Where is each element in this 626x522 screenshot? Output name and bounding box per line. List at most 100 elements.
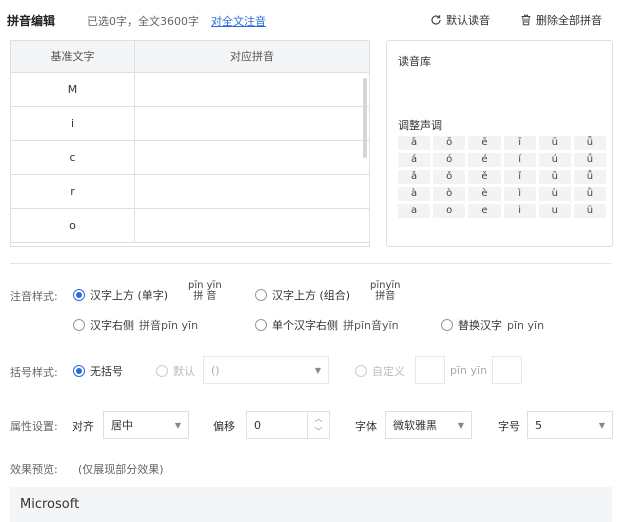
radio-selected[interactable] xyxy=(73,289,85,301)
select-value: () xyxy=(211,363,220,377)
pinyin-cell[interactable] xyxy=(135,175,369,208)
option-sample: 拼pīn音yīn xyxy=(343,319,399,332)
column-header-base-text: 基准文字 xyxy=(11,41,135,73)
pinyin-cell[interactable] xyxy=(135,141,369,174)
tone-key[interactable]: è xyxy=(468,187,501,201)
chevron-down-icon: ▼ xyxy=(314,365,321,375)
chevron-down-icon: ▼ xyxy=(457,420,464,430)
tone-key[interactable]: i xyxy=(503,204,536,218)
default-bracket-select[interactable]: () ▼ xyxy=(203,356,329,384)
table-row[interactable]: M xyxy=(11,73,369,107)
tone-key[interactable]: ò xyxy=(433,187,466,201)
align-select[interactable]: 居中 ▼ xyxy=(103,411,189,439)
panel-title: 拼音编辑 xyxy=(7,14,56,28)
library-title: 读音库 xyxy=(398,55,431,68)
style-option-above-single[interactable]: 汉字上方 (单字) xyxy=(73,287,168,303)
base-char-cell: r xyxy=(11,175,135,208)
tone-key[interactable]: á xyxy=(398,153,431,167)
tone-key[interactable]: ē xyxy=(468,136,501,150)
table-row[interactable]: i xyxy=(11,107,369,141)
tone-key[interactable]: ǒ xyxy=(433,170,466,184)
sample-hanzi: 拼 音 xyxy=(193,291,217,302)
pinyin-cell[interactable] xyxy=(135,209,369,242)
tone-key[interactable]: é xyxy=(468,153,501,167)
option-label: 自定义 xyxy=(372,365,405,378)
option-sample: pīn yīn xyxy=(507,318,545,332)
font-label: 字体 xyxy=(355,420,377,433)
tone-key[interactable]: e xyxy=(468,204,501,218)
tone-key[interactable]: ǜ xyxy=(573,187,606,201)
style-option-right-single[interactable]: 单个汉字右侧 拼pīn音yīn xyxy=(255,317,399,333)
tone-key[interactable]: í xyxy=(503,153,536,167)
sample-pinyin: pīnyīn xyxy=(370,280,401,291)
offset-value: 0 xyxy=(254,418,261,432)
select-value: 微软雅黑 xyxy=(393,419,437,432)
column-header-pinyin: 对应拼音 xyxy=(230,50,274,63)
base-char-cell: M xyxy=(11,73,135,106)
tone-key[interactable]: ǚ xyxy=(573,170,606,184)
radio-selected[interactable] xyxy=(73,365,85,377)
tone-key[interactable]: o xyxy=(433,204,466,218)
select-value: 居中 xyxy=(111,419,133,432)
bracket-option-none[interactable]: 无括号 xyxy=(73,363,123,379)
tone-key[interactable]: ě xyxy=(468,170,501,184)
annotate-all-link[interactable]: 对全文注音 xyxy=(211,13,266,29)
custom-right-bracket-input[interactable] xyxy=(492,356,522,384)
tone-key[interactable]: ō xyxy=(433,136,466,150)
radio[interactable] xyxy=(255,319,267,331)
base-char-cell: i xyxy=(11,107,135,140)
bracket-style-label: 括号样式: xyxy=(10,366,58,379)
radio[interactable] xyxy=(156,365,168,377)
tone-key[interactable]: a xyxy=(398,204,431,218)
table-row[interactable]: o xyxy=(11,209,369,243)
offset-stepper[interactable]: 0 ︿ ﹀ xyxy=(246,411,330,439)
custom-left-bracket-input[interactable] xyxy=(415,356,445,384)
custom-bracket-sample: pīn yīn xyxy=(450,364,488,377)
chevron-down-icon: ▼ xyxy=(174,420,181,430)
size-label: 字号 xyxy=(498,420,520,433)
pinyin-cell[interactable] xyxy=(135,73,369,106)
font-select[interactable]: 微软雅黑 ▼ xyxy=(385,411,472,439)
tone-key[interactable]: ǘ xyxy=(573,153,606,167)
offset-label: 偏移 xyxy=(213,420,235,433)
tone-key[interactable]: ā xyxy=(398,136,431,150)
bracket-option-default[interactable]: 默认 xyxy=(156,363,195,379)
option-label: 汉字上方 (组合) xyxy=(272,289,351,302)
tone-key[interactable]: ū xyxy=(538,136,571,150)
tone-key[interactable]: ǐ xyxy=(503,170,536,184)
style-sample-above-single: pīn yīn 拼 音 xyxy=(188,280,222,302)
chevron-up-icon[interactable]: ︿ xyxy=(315,413,323,424)
table-scrollbar[interactable] xyxy=(363,78,367,158)
refresh-icon xyxy=(430,14,442,26)
table-row[interactable]: r xyxy=(11,175,369,209)
style-option-above-combined[interactable]: 汉字上方 (组合) xyxy=(255,287,350,303)
table-row[interactable]: c xyxy=(11,141,369,175)
tone-key[interactable]: ì xyxy=(503,187,536,201)
tone-key[interactable]: ú xyxy=(538,153,571,167)
radio[interactable] xyxy=(73,319,85,331)
chevron-down-icon[interactable]: ﹀ xyxy=(315,426,323,437)
style-option-replace[interactable]: 替换汉字 pīn yīn xyxy=(441,317,544,333)
tone-key[interactable]: ü xyxy=(573,204,606,218)
tone-key[interactable]: ī xyxy=(503,136,536,150)
size-select[interactable]: 5 ▼ xyxy=(527,411,613,439)
style-option-right[interactable]: 汉字右侧 拼音pīn yīn xyxy=(73,317,198,333)
radio[interactable] xyxy=(255,289,267,301)
tone-grid: ā ō ē ī ū ǖ á ó é í ú ǘ ǎ ǒ ě ǐ ǔ ǚ à ò … xyxy=(398,136,606,218)
tone-key[interactable]: ǖ xyxy=(573,136,606,150)
tone-key[interactable]: ǔ xyxy=(538,170,571,184)
pinyin-table: 基准文字 对应拼音 M i c r o xyxy=(10,40,370,247)
tone-key[interactable]: ó xyxy=(433,153,466,167)
base-char-cell: c xyxy=(11,141,135,174)
delete-all-pinyin-button[interactable]: 删除全部拼音 xyxy=(520,12,602,28)
tone-key[interactable]: ù xyxy=(538,187,571,201)
bracket-option-custom[interactable]: 自定义 xyxy=(355,363,405,379)
tone-key[interactable]: à xyxy=(398,187,431,201)
radio[interactable] xyxy=(441,319,453,331)
tone-key[interactable]: ǎ xyxy=(398,170,431,184)
radio[interactable] xyxy=(355,365,367,377)
preview-note: (仅展现部分效果) xyxy=(78,463,164,476)
tone-key[interactable]: u xyxy=(538,204,571,218)
default-reading-button[interactable]: 默认读音 xyxy=(430,12,490,28)
pinyin-cell[interactable] xyxy=(135,107,369,140)
